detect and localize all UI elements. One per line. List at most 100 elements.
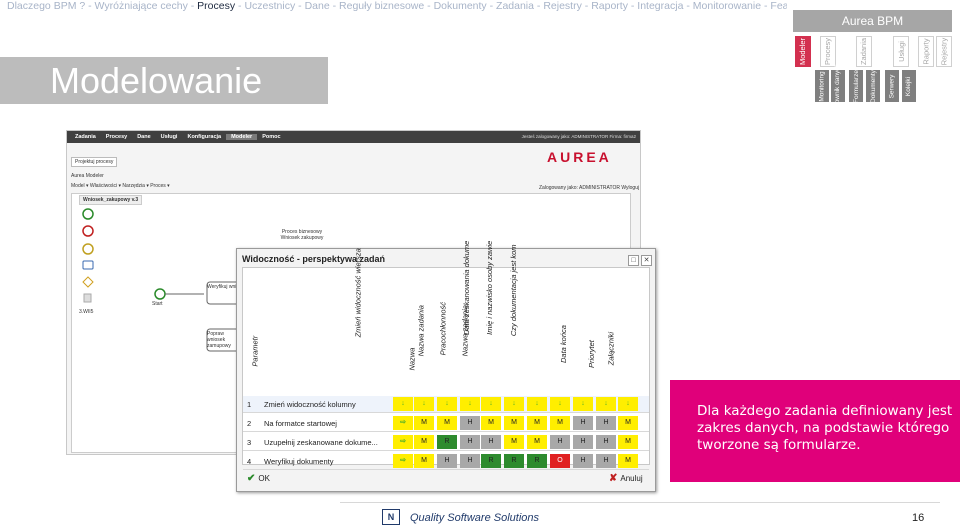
visibility-cell[interactable]: H xyxy=(460,454,480,468)
visibility-cell[interactable]: R xyxy=(437,435,457,449)
close-icon[interactable]: ✕ xyxy=(641,255,652,266)
app-menu-item[interactable]: Modeler xyxy=(226,134,258,140)
visibility-cell[interactable]: ↓ xyxy=(414,397,434,411)
visibility-cell[interactable]: H xyxy=(481,435,501,449)
module-tab[interactable]: Raporty xyxy=(918,36,934,67)
visibility-cell[interactable]: M xyxy=(437,416,457,430)
module-subtab[interactable]: Dokumenty xyxy=(866,70,880,102)
breadcrumb-item[interactable]: Dokumenty xyxy=(434,0,487,12)
app-user-line: Jesteś zalogowany jako: ADMINISTRATOR Fi… xyxy=(521,134,636,139)
project-button[interactable]: Projektuj procesy xyxy=(71,157,118,167)
visibility-dialog: Widoczność - perspektywa zadań □ ✕ Param… xyxy=(236,241,656,492)
module-tab[interactable]: Zadania xyxy=(856,36,872,67)
module-tab[interactable]: Usługi xyxy=(893,36,909,67)
maximize-icon[interactable]: □ xyxy=(628,255,639,266)
visibility-cell[interactable]: H xyxy=(596,416,616,430)
module-subtab[interactable]: Formularze xyxy=(849,70,863,102)
visibility-cell[interactable]: M xyxy=(550,416,570,430)
breadcrumb-item[interactable]: Integracja xyxy=(637,0,683,12)
visibility-cell[interactable]: ↓ xyxy=(393,397,413,411)
table-row[interactable]: 4 Weryfikuj dokumenty ⇨ M H H R R R O H H M xyxy=(243,453,649,470)
visibility-cell[interactable]: H xyxy=(596,435,616,449)
aurea-logo: AUREA xyxy=(547,149,612,165)
app-menu-item[interactable]: Konfiguracja xyxy=(182,134,226,140)
visibility-cell[interactable]: H xyxy=(437,454,457,468)
visibility-cell[interactable]: ↓ xyxy=(527,397,547,411)
visibility-cell[interactable]: R xyxy=(481,454,501,468)
app-tabs[interactable]: Aurea Modeler xyxy=(71,173,104,179)
visibility-cell[interactable]: H xyxy=(596,454,616,468)
visibility-cell[interactable]: H xyxy=(573,454,593,468)
app-menu-item[interactable]: Pomoc xyxy=(257,134,285,140)
breadcrumb-item[interactable]: Monitorowanie xyxy=(693,0,761,12)
breadcrumb-item[interactable]: Rejestry xyxy=(543,0,582,12)
visibility-cell[interactable]: ↓ xyxy=(596,397,616,411)
breadcrumb-item[interactable]: Features xyxy=(770,0,787,12)
module-subtab[interactable]: Słownik danych xyxy=(831,63,845,109)
visibility-cell[interactable]: ↓ xyxy=(550,397,570,411)
visibility-cell[interactable]: M xyxy=(414,435,434,449)
module-tab[interactable]: Modeler xyxy=(795,36,811,67)
company-logo: N xyxy=(382,509,400,525)
visibility-cell[interactable]: ↓ xyxy=(618,397,638,411)
visibility-cell[interactable]: M xyxy=(504,416,524,430)
app-toolbar[interactable]: Model ▾ Właściwości ▾ Narzędzia ▾ Proces… xyxy=(71,183,170,189)
visibility-cell[interactable]: M xyxy=(414,416,434,430)
breadcrumb-item[interactable]: Dlaczego BPM ? xyxy=(7,0,85,12)
breadcrumb-item[interactable]: Procesy xyxy=(197,0,235,12)
visibility-cell[interactable]: ⇨ xyxy=(393,416,413,430)
visibility-cell[interactable]: ↓ xyxy=(504,397,524,411)
visibility-cell[interactable]: M xyxy=(504,435,524,449)
table-row[interactable]: 1 Zmień widoczność kolumny ↓ ↓ ↓ ↓ ↓ ↓ ↓ ↓ ↓ ↓ ↓ xyxy=(243,396,649,413)
visibility-cell[interactable]: ↓ xyxy=(573,397,593,411)
brand-header: Aurea BPM xyxy=(793,10,952,32)
module-tab[interactable]: Rejestry xyxy=(936,36,952,67)
side-label: 3.WII5 xyxy=(79,309,94,315)
visibility-cell[interactable]: H xyxy=(573,435,593,449)
module-tab[interactable]: Procesy xyxy=(820,36,836,67)
breadcrumb-item[interactable]: Uczestnicy xyxy=(244,0,295,12)
visibility-cell[interactable]: R xyxy=(504,454,524,468)
visibility-cell[interactable]: O xyxy=(550,454,570,468)
dialog-title: Widoczność - perspektywa zadań xyxy=(242,254,385,264)
visibility-cell[interactable]: ⇨ xyxy=(393,454,413,468)
visibility-cell[interactable]: H xyxy=(550,435,570,449)
visibility-cell[interactable]: M xyxy=(481,416,501,430)
visibility-cell[interactable]: M xyxy=(527,435,547,449)
app-menu-item[interactable]: Dane xyxy=(132,134,155,140)
table-row[interactable]: 2 Na formatce startowej ⇨ M M H M M M M H H M xyxy=(243,415,649,432)
visibility-cell[interactable]: M xyxy=(618,454,638,468)
visibility-cell[interactable]: ⇨ xyxy=(393,435,413,449)
visibility-cell[interactable]: M xyxy=(618,416,638,430)
visibility-cell[interactable]: ↓ xyxy=(481,397,501,411)
app-menu-item[interactable]: Zadania xyxy=(70,134,101,140)
ok-label: OK xyxy=(258,474,270,483)
breadcrumb-sep: - xyxy=(761,0,771,12)
breadcrumb-item[interactable]: Reguły biznesowe xyxy=(339,0,424,12)
doc-tab[interactable]: Wniosek_zakupowy v.3 xyxy=(79,195,143,205)
visibility-cell[interactable]: M xyxy=(414,454,434,468)
cancel-button[interactable]: ✘ Anuluj xyxy=(609,473,643,484)
table-row[interactable]: 3 Uzupełnij zeskanowane dokume... ⇨ M R H H M M H… xyxy=(243,434,649,451)
visibility-cell[interactable]: ↓ xyxy=(437,397,457,411)
visibility-cell[interactable]: M xyxy=(618,435,638,449)
breadcrumb-item[interactable]: Wyróżniające cechy xyxy=(95,0,188,12)
breadcrumb-item[interactable]: Dane xyxy=(305,0,330,12)
module-subtab[interactable]: Serwery xyxy=(885,70,899,102)
cancel-icon: ✘ xyxy=(609,473,618,484)
visibility-cell[interactable]: M xyxy=(527,416,547,430)
breadcrumb-sep: - xyxy=(683,0,693,12)
visibility-cell[interactable]: R xyxy=(527,454,547,468)
row-label: Na formatce startowej xyxy=(264,419,337,428)
breadcrumb-item[interactable]: Zadania xyxy=(496,0,534,12)
ok-button[interactable]: ✔ OK xyxy=(247,473,270,484)
module-subtab[interactable]: Kolejki xyxy=(902,70,916,102)
breadcrumb-item[interactable]: Raporty xyxy=(591,0,628,12)
visibility-cell[interactable]: H xyxy=(573,416,593,430)
visibility-cell[interactable]: H xyxy=(460,435,480,449)
visibility-cell[interactable]: H xyxy=(460,416,480,430)
visibility-cell[interactable]: ↓ xyxy=(460,397,480,411)
app-menu-item[interactable]: Usługi xyxy=(156,134,183,140)
module-subtab[interactable]: Monitoring xyxy=(815,70,829,102)
app-menu-item[interactable]: Procesy xyxy=(101,134,132,140)
